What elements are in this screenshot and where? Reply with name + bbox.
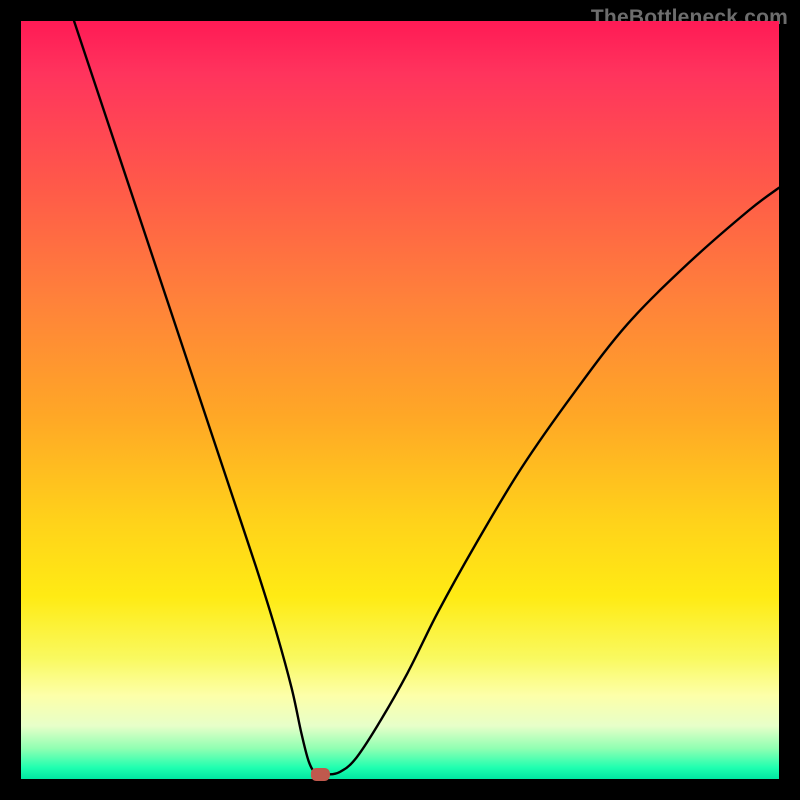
curve-minimum-marker: [311, 768, 329, 780]
curve-svg: [21, 21, 779, 779]
chart-frame: TheBottleneck.com: [0, 0, 800, 800]
bottleneck-curve: [74, 21, 779, 775]
plot-area: [21, 21, 779, 779]
